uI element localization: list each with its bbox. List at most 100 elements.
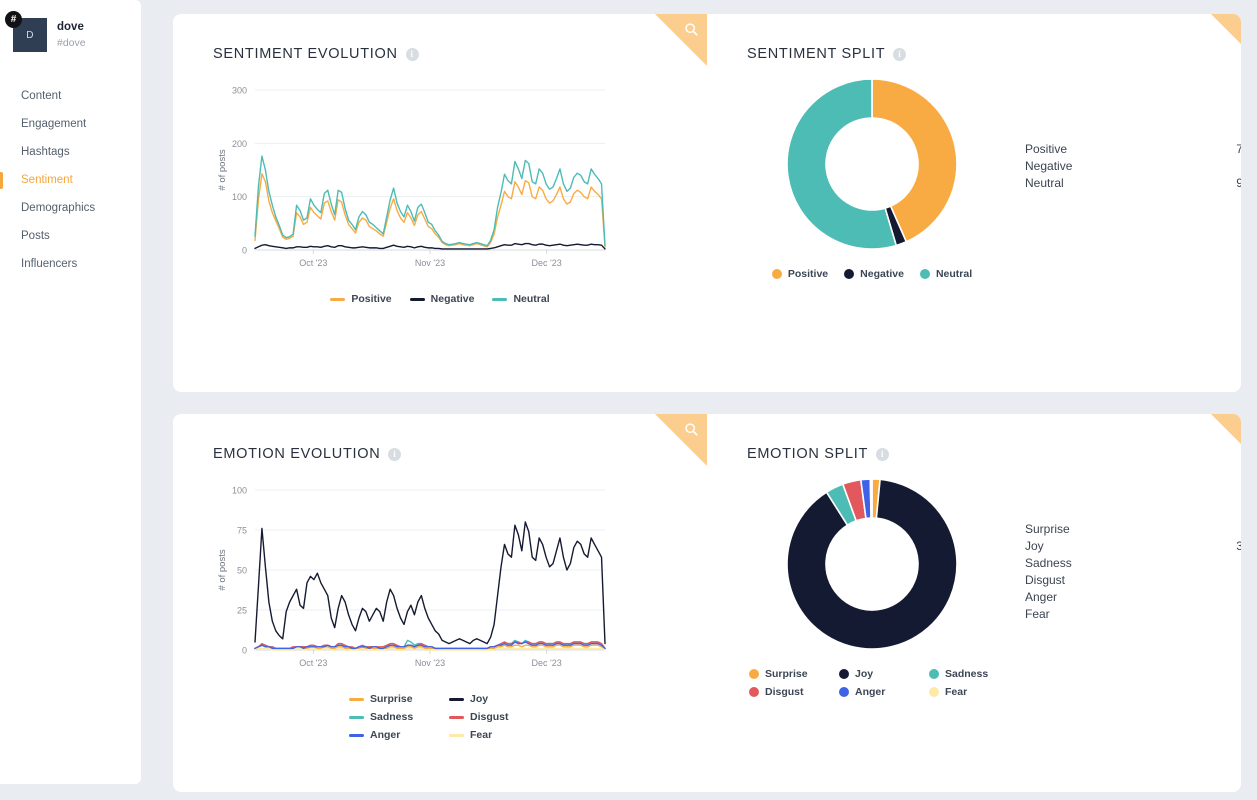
stat-label: Disgust [1025, 572, 1066, 587]
stat-value: 7220 [1236, 142, 1241, 156]
legend-label: Sadness [370, 711, 414, 723]
legend-swatch-surprise [349, 697, 364, 701]
legend-swatch-negative [844, 269, 855, 279]
legend-swatch-negative [409, 297, 425, 301]
legend-item[interactable]: Sadness [929, 668, 1003, 680]
legend-swatch-fear [449, 733, 464, 737]
legend-swatch-neutral [492, 297, 508, 301]
legend-label: Joy [855, 668, 874, 680]
svg-text:25: 25 [237, 606, 247, 616]
legend-swatch-disgust [449, 715, 464, 719]
info-icon[interactable]: i [388, 447, 402, 461]
legend-swatch-anger [839, 687, 849, 697]
legend-item[interactable]: Disgust [449, 711, 531, 723]
info-icon[interactable]: i [876, 447, 890, 461]
legend-item[interactable]: Sadness [349, 711, 431, 723]
legend-item[interactable]: Anger [349, 729, 431, 741]
legend-item[interactable]: Surprise [749, 668, 823, 680]
brand-name: dove [57, 21, 84, 34]
svg-text:# of posts: # of posts [217, 149, 228, 190]
panel-title-text: EMOTION SPLIT [747, 446, 869, 462]
sentiment-split-legend: Positive Negative Neutral [747, 268, 997, 280]
svg-text:0: 0 [242, 646, 247, 656]
stat-value: 9085 [1236, 176, 1241, 190]
sidebar-item-hashtags[interactable]: Hashtags [0, 138, 141, 166]
sentiment-split-donut [747, 74, 997, 254]
legend-item[interactable]: Fear [929, 686, 1003, 698]
sentiment-split-stats: Positive 7220 Negative 335 Neutral 9085 [1025, 140, 1241, 191]
sidebar-item-demographics[interactable]: Demographics [0, 194, 141, 222]
search-icon [1240, 422, 1241, 437]
legend-swatch-joy [449, 697, 464, 701]
stat-label: Negative [1025, 158, 1073, 173]
stat-label: Anger [1025, 589, 1058, 604]
legend-label: Neutral [513, 293, 550, 305]
emotion-split-stats: Surprise 62 Joy 3660 Sadness 139 Disgu [1025, 520, 1241, 622]
legend-label: Joy [470, 693, 489, 705]
legend-swatch-positive [330, 297, 346, 301]
stat-label: Neutral [1025, 175, 1064, 190]
legend-swatch-neutral [919, 269, 930, 279]
legend-label: Fear [945, 686, 968, 698]
legend-label: Surprise [370, 693, 413, 705]
sidebar-item-content[interactable]: Content [0, 82, 141, 110]
legend-item[interactable]: Neutral [919, 268, 973, 280]
search-icon [685, 423, 698, 436]
stat-label: Positive [1025, 141, 1068, 156]
table-row: Negative 335 [1025, 157, 1241, 174]
table-row: Positive 7220 [1025, 140, 1241, 157]
svg-text:Oct '23: Oct '23 [299, 658, 327, 668]
sidebar-item-engagement[interactable]: Engagement [0, 110, 141, 138]
legend-label: Negative [860, 268, 904, 280]
table-row: Surprise 62 [1025, 520, 1241, 537]
legend-item[interactable]: Negative [409, 293, 475, 305]
legend-label: Neutral [935, 268, 973, 280]
emotion-split-title: EMOTION SPLIT i [747, 446, 1241, 462]
legend-label: Anger [370, 729, 401, 741]
emotion-evolution-legend: Surprise Joy Sadness Disgust Anger Fear [308, 693, 613, 741]
legend-item[interactable]: Joy [449, 693, 531, 705]
legend-swatch-fear [929, 687, 939, 697]
legend-label: Negative [430, 293, 475, 305]
legend-item[interactable]: Negative [844, 268, 904, 280]
emotion-split-legend: Surprise Joy Sadness Disgust Anger Fear [747, 668, 1005, 698]
emotion-split-donut [747, 474, 997, 654]
legend-item[interactable]: Fear [449, 729, 531, 741]
legend-label: Positive [787, 268, 829, 280]
legend-item[interactable]: Disgust [749, 686, 823, 698]
sentiment-evolution-panel: SENTIMENT EVOLUTION i 0 100 200 300 # of pos… [173, 14, 707, 392]
legend-item[interactable]: Neutral [492, 293, 550, 305]
legend-item[interactable]: Anger [839, 686, 913, 698]
brand-handle: #dove [57, 36, 86, 49]
emotion-evolution-panel: EMOTION EVOLUTION i 0 25 50 75 100 # of posts… [173, 414, 707, 792]
sentiment-evolution-chart: 0 100 200 300 # of posts Oct '23 Nov '23 Dec '2… [213, 80, 707, 285]
legend-swatch-sadness [929, 669, 939, 679]
legend-swatch-sadness [349, 715, 364, 719]
svg-text:Dec '23: Dec '23 [532, 658, 562, 668]
info-icon[interactable]: i [405, 47, 419, 61]
table-row: Disgust 142 [1025, 571, 1241, 588]
legend-swatch-anger [349, 733, 364, 737]
stat-label: Surprise [1025, 521, 1070, 536]
legend-label: Anger [855, 686, 886, 698]
sidebar-item-sentiment[interactable]: Sentiment [0, 166, 141, 194]
main-content: SENTIMENT EVOLUTION i 0 100 200 300 # of pos… [141, 0, 1257, 800]
table-row: Joy 3660 [1025, 537, 1241, 554]
search-icon [1240, 22, 1241, 37]
sentiment-split-title: SENTIMENT SPLIT i [747, 46, 1241, 62]
panel-title-text: SENTIMENT EVOLUTION [213, 46, 398, 62]
legend-item[interactable]: Positive [771, 268, 829, 280]
svg-text:300: 300 [232, 86, 247, 96]
svg-text:# of posts: # of posts [217, 549, 228, 590]
app-root: D # dove #dove Content Engagement Hashta… [0, 0, 1257, 800]
legend-item[interactable]: Surprise [349, 693, 431, 705]
svg-text:Oct '23: Oct '23 [299, 258, 327, 268]
legend-item[interactable]: Joy [839, 668, 913, 680]
sidebar-item-posts[interactable]: Posts [0, 222, 141, 250]
info-icon[interactable]: i [893, 47, 907, 61]
sidebar-item-influencers[interactable]: Influencers [0, 250, 141, 278]
legend-swatch-disgust [749, 687, 759, 697]
sentiment-split-body: Positive 7220 Negative 335 Neutral 9085 [747, 74, 1241, 254]
legend-item[interactable]: Positive [330, 293, 392, 305]
sidebar: D # dove #dove Content Engagement Hashta… [0, 0, 141, 784]
